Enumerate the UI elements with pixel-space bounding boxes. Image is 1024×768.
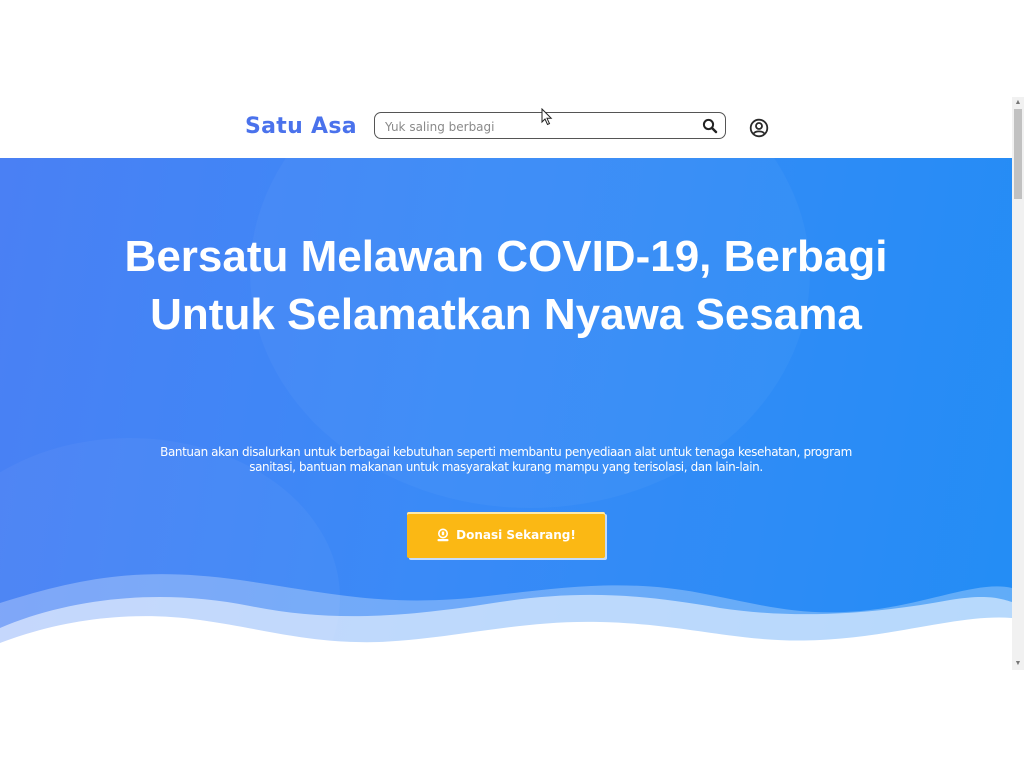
user-circle-icon[interactable] [749,118,769,138]
hero-section: Bersatu Melawan COVID-19, Berbagi Untuk … [0,158,1012,670]
vertical-scrollbar[interactable]: ▲ ▼ [1012,97,1024,670]
search-icon[interactable] [701,117,719,135]
donate-now-button[interactable]: Donasi Sekarang! [407,512,605,558]
navbar: Satu Asa [0,97,1012,158]
scrollbar-thumb[interactable] [1014,109,1022,199]
scroll-up-arrow-icon[interactable]: ▲ [1012,97,1024,109]
search-input[interactable] [383,115,687,138]
hero-waves [0,574,1012,670]
hero-description: Bantuan akan disalurkan untuk berbagai k… [160,445,852,474]
donate-button-label: Donasi Sekarang! [456,528,576,542]
browser-viewport: Satu Asa Bersatu Melawan COVID-19, Berba… [0,97,1024,670]
hero-title: Bersatu Melawan COVID-19, Berbagi Untuk … [124,232,888,339]
brand-logo[interactable]: Satu Asa [245,114,357,139]
donate-icon [437,528,449,542]
mouse-cursor-icon [541,108,553,126]
scroll-down-arrow-icon[interactable]: ▼ [1012,658,1024,670]
